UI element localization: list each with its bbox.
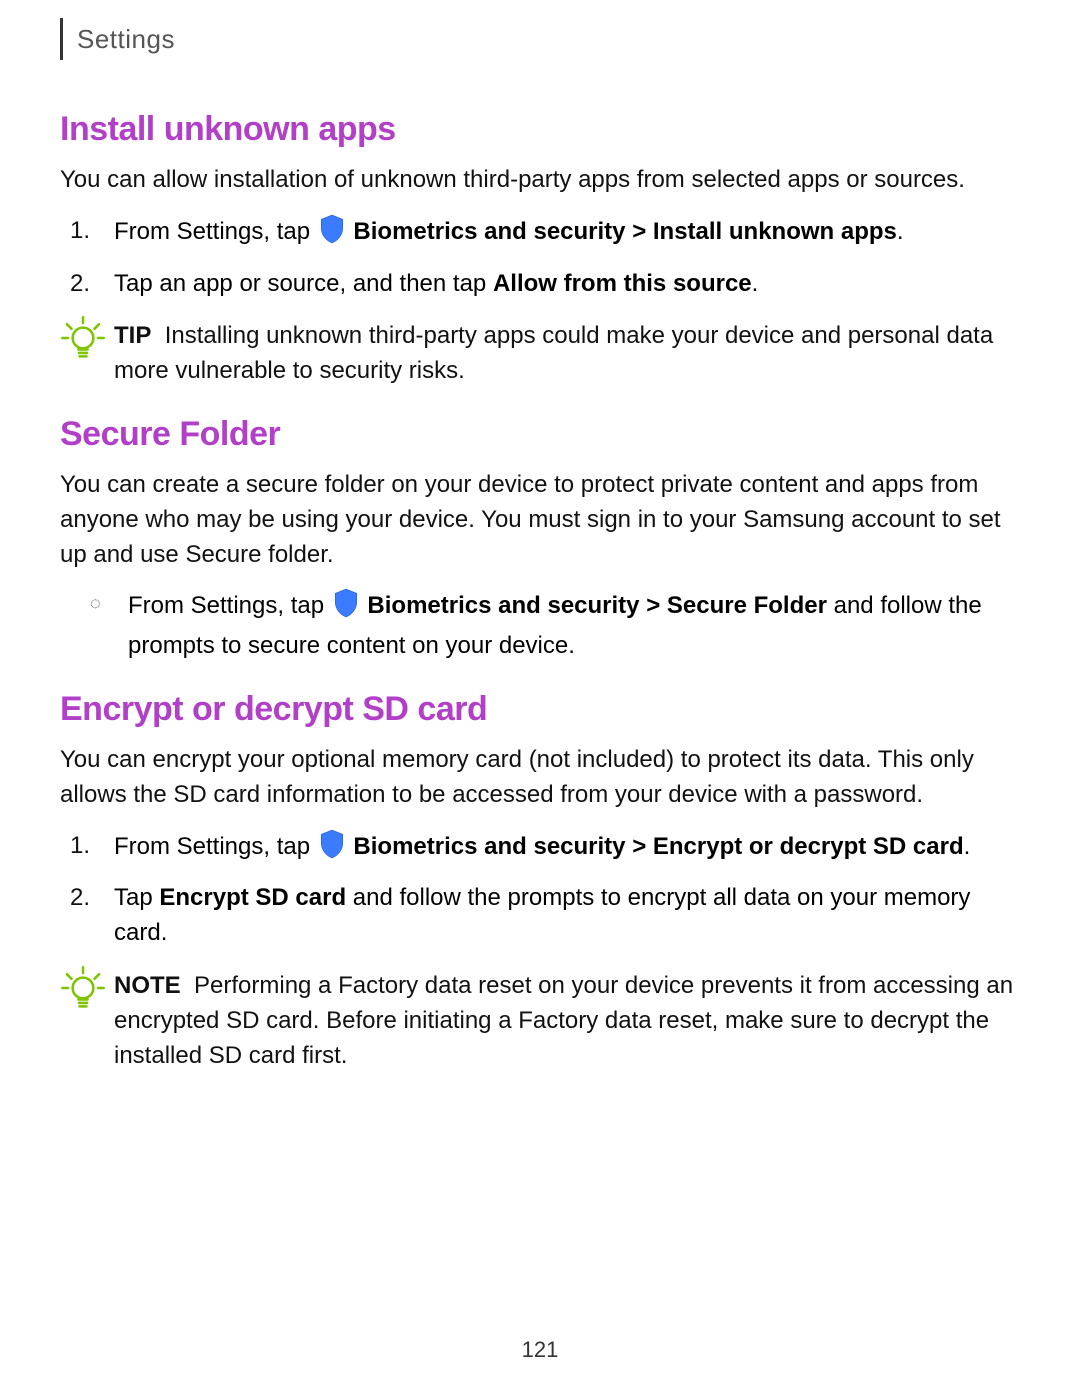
steps-list: From Settings, tap Biometrics and securi…	[104, 829, 1020, 951]
step-bold: Encrypt SD card	[159, 884, 346, 911]
lightbulb-icon	[60, 965, 106, 1016]
lightbulb-icon	[60, 315, 106, 366]
circ-bold: Biometrics and security > Secure Folder	[367, 592, 827, 619]
step-suffix: .	[897, 218, 904, 245]
section-intro: You can encrypt your optional memory car…	[60, 743, 1020, 813]
step-item: Tap an app or source, and then tap Allow…	[104, 267, 1020, 302]
step-bold: Allow from this source	[493, 270, 752, 297]
step-item: Tap Encrypt SD card and follow the promp…	[104, 881, 1020, 951]
section-heading: Install unknown apps	[60, 110, 1020, 149]
callout-body: Installing unknown third-party apps coul…	[114, 322, 993, 384]
shield-icon	[319, 214, 345, 255]
step-suffix: .	[964, 833, 971, 860]
shield-icon	[319, 829, 345, 870]
section-intro: You can create a secure folder on your d…	[60, 468, 1020, 572]
step-prefix: From Settings, tap	[114, 218, 317, 245]
callout-label: NOTE	[114, 972, 181, 999]
section-heading: Encrypt or decrypt SD card	[60, 690, 1020, 729]
callout-text: NOTE Performing a Factory data reset on …	[114, 969, 1020, 1073]
section-heading: Secure Folder	[60, 415, 1020, 454]
callout-text: TIP Installing unknown third-party apps …	[114, 319, 1020, 389]
page-header: Settings	[60, 18, 1020, 60]
callout-label: TIP	[114, 322, 151, 349]
circle-list: From Settings, tap Biometrics and securi…	[118, 588, 1020, 664]
header-title: Settings	[77, 24, 175, 55]
section-install-unknown-apps: Install unknown apps You can allow insta…	[60, 110, 1020, 389]
step-item: From Settings, tap Biometrics and securi…	[104, 829, 1020, 870]
step-prefix: From Settings, tap	[114, 833, 317, 860]
step-bold: Biometrics and security > Encrypt or dec…	[353, 833, 963, 860]
section-secure-folder: Secure Folder You can create a secure fo…	[60, 415, 1020, 664]
page-number: 121	[0, 1337, 1080, 1363]
header-divider	[60, 18, 63, 60]
step-prefix: Tap	[114, 884, 159, 911]
tip-callout: TIP Installing unknown third-party apps …	[60, 319, 1020, 389]
step-bold: Biometrics and security > Install unknow…	[353, 218, 896, 245]
circle-item: From Settings, tap Biometrics and securi…	[118, 588, 1020, 664]
shield-icon	[333, 588, 359, 629]
section-encrypt-sd: Encrypt or decrypt SD card You can encry…	[60, 690, 1020, 1073]
section-intro: You can allow installation of unknown th…	[60, 163, 1020, 198]
step-prefix: Tap an app or source, and then tap	[114, 270, 493, 297]
steps-list: From Settings, tap Biometrics and securi…	[104, 214, 1020, 302]
callout-body: Performing a Factory data reset on your …	[114, 972, 1013, 1069]
note-callout: NOTE Performing a Factory data reset on …	[60, 969, 1020, 1073]
circ-prefix: From Settings, tap	[128, 592, 331, 619]
step-suffix: .	[752, 270, 759, 297]
step-item: From Settings, tap Biometrics and securi…	[104, 214, 1020, 255]
